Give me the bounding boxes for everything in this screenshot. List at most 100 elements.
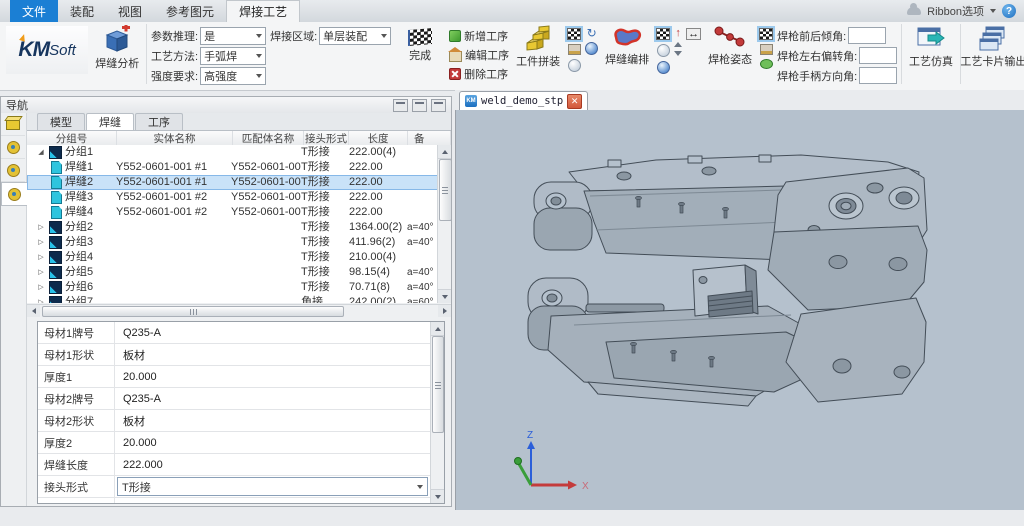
scrollbar-thumb[interactable] bbox=[42, 306, 344, 317]
scrollbar-thumb[interactable] bbox=[432, 336, 444, 433]
pin-panel-icon[interactable] bbox=[412, 99, 427, 112]
move-down-icon[interactable] bbox=[674, 51, 682, 56]
scroll-right-icon[interactable] bbox=[438, 305, 451, 317]
edit-process-button[interactable]: 编辑工序 bbox=[449, 47, 509, 62]
table-row-group5[interactable]: ▷分组5 T形接 98.15(4) a=40° bbox=[27, 265, 451, 280]
process-method-select[interactable]: 手弧焊 bbox=[200, 47, 266, 65]
column-joint[interactable]: 接头形式 bbox=[304, 131, 349, 146]
gear-button-2[interactable] bbox=[1, 159, 25, 182]
table-row-group2[interactable]: ▷分组2 T形接 1364.00(2) a=40° bbox=[27, 220, 451, 235]
menu-file[interactable]: 文件 bbox=[10, 0, 58, 22]
help-icon[interactable]: ? bbox=[1002, 4, 1016, 18]
param-inference-select[interactable]: 是 bbox=[200, 27, 266, 45]
scroll-down-icon[interactable] bbox=[431, 489, 444, 503]
table-row-group6[interactable]: ▷分组6 T形接 70.71(8) a=40° bbox=[27, 280, 451, 295]
expander-icon[interactable]: ▷ bbox=[27, 280, 47, 295]
property-row-joint-type[interactable]: 接头形式 T形接 bbox=[38, 476, 444, 498]
process-card-output-button[interactable]: 工艺卡片输出 bbox=[963, 22, 1024, 69]
delete-process-button[interactable]: 删除工序 bbox=[449, 66, 508, 81]
tree-vertical-scrollbar[interactable] bbox=[437, 145, 451, 303]
menu-tab-reference[interactable]: 参考图元 bbox=[154, 0, 226, 22]
expander-icon[interactable]: ◢ bbox=[27, 145, 47, 160]
scroll-up-icon[interactable] bbox=[438, 145, 451, 159]
column-entity[interactable]: 实体名称 bbox=[117, 131, 233, 146]
move-up-icon[interactable] bbox=[674, 42, 682, 47]
strength-requirement-select[interactable]: 高强度 bbox=[200, 67, 266, 85]
red-arrow-icon[interactable]: ↑ bbox=[675, 28, 681, 38]
property-row[interactable]: 母材2牌号 Q235-A bbox=[38, 388, 444, 410]
scroll-left-icon[interactable] bbox=[27, 305, 40, 317]
weld-region-select[interactable]: 单层装配 bbox=[319, 27, 391, 45]
workpiece-assemble-button[interactable]: 工件拼装 bbox=[511, 22, 565, 69]
table-row-group1[interactable]: ◢分组1 T形接 222.00(4) bbox=[27, 145, 451, 160]
table-row-group7[interactable]: ▷分组7 角接 242.00(2) a=60° bbox=[27, 295, 451, 303]
column-length[interactable]: 长度 bbox=[349, 131, 408, 146]
joint-type-select[interactable]: T形接 bbox=[117, 477, 428, 496]
expander-icon[interactable]: ▷ bbox=[27, 265, 47, 280]
tab-weld-seam[interactable]: 焊缝 bbox=[86, 113, 134, 130]
tree-horizontal-scrollbar[interactable] bbox=[27, 304, 451, 318]
table-row-weld2-selected[interactable]: 焊缝2 Y552-0601-001 #1 Y552-0601-002 #2 T形… bbox=[27, 175, 451, 190]
process-simulation-button[interactable]: 工艺仿真 bbox=[904, 22, 958, 69]
flag-icon[interactable] bbox=[759, 28, 773, 40]
flag-icon[interactable] bbox=[656, 28, 670, 40]
property-vertical-scrollbar[interactable] bbox=[430, 322, 444, 503]
table-row-weld1[interactable]: 焊缝1 Y552-0601-001 #1 Y552-0601-002 #1 T形… bbox=[27, 160, 451, 175]
menu-tab-view[interactable]: 视图 bbox=[106, 0, 154, 22]
torch-pose-button[interactable]: 焊枪姿态 bbox=[703, 22, 757, 67]
property-row[interactable]: 母材1牌号 Q235-A bbox=[38, 322, 444, 344]
property-row[interactable]: 厚度1 20.000 bbox=[38, 366, 444, 388]
table-row-group4[interactable]: ▷分组4 T形接 210.00(4) bbox=[27, 250, 451, 265]
sphere-icon[interactable] bbox=[585, 42, 598, 55]
close-panel-icon[interactable] bbox=[431, 99, 446, 112]
cloud-icon[interactable] bbox=[907, 7, 921, 15]
ribbon-options-button[interactable]: Ribbon选项 bbox=[927, 3, 984, 19]
viewport-canvas[interactable]: Z X bbox=[455, 110, 1024, 510]
sphere-icon[interactable] bbox=[657, 44, 670, 57]
property-row[interactable]: 母材2形状 板材 bbox=[38, 410, 444, 432]
menu-tab-assembly[interactable]: 装配 bbox=[58, 0, 106, 22]
torch-pitch-input[interactable] bbox=[848, 27, 886, 44]
table-row-group3[interactable]: ▷分组3 T形接 411.96(2) a=40° bbox=[27, 235, 451, 250]
table-row-weld3[interactable]: 焊缝3 Y552-0601-001 #2 Y552-0601-002 #1 T形… bbox=[27, 190, 451, 205]
chevron-down-icon[interactable] bbox=[990, 9, 996, 13]
column-note[interactable]: 备 bbox=[408, 131, 451, 146]
weld-analysis-button[interactable]: 焊缝分析 bbox=[90, 22, 144, 71]
tab-model[interactable]: 模型 bbox=[37, 113, 85, 130]
expander-icon[interactable]: ▷ bbox=[27, 295, 47, 303]
property-row[interactable]: 计算板厚 20 bbox=[38, 498, 444, 504]
torch-yaw-input[interactable] bbox=[859, 47, 897, 64]
expander-icon[interactable]: ▷ bbox=[27, 220, 47, 235]
property-row[interactable]: 厚度2 20.000 bbox=[38, 432, 444, 454]
property-row[interactable]: 焊缝长度 222.000 bbox=[38, 454, 444, 476]
menu-tab-welding-process[interactable]: 焊接工艺 bbox=[226, 0, 300, 22]
sphere-icon[interactable] bbox=[657, 61, 670, 74]
property-row[interactable]: 母材1形状 板材 bbox=[38, 344, 444, 366]
scrollbar-thumb[interactable] bbox=[439, 159, 451, 221]
column-match[interactable]: 匹配体名称 bbox=[233, 131, 304, 146]
span-icon[interactable]: ↔ bbox=[686, 28, 701, 40]
document-tab[interactable]: KM weld_demo_stp ✕ bbox=[459, 91, 588, 110]
model-box-button[interactable] bbox=[1, 113, 25, 136]
weld-arrange-button[interactable]: 焊缝编排 bbox=[600, 22, 654, 67]
column-group[interactable]: 分组号 bbox=[27, 131, 117, 146]
finish-button[interactable]: 完成 bbox=[393, 22, 447, 63]
expander-icon[interactable]: ▷ bbox=[27, 250, 47, 265]
printer-icon[interactable] bbox=[568, 44, 581, 55]
torch-handle-input[interactable] bbox=[859, 67, 897, 84]
gear-button-1[interactable] bbox=[1, 136, 25, 159]
table-row-weld4[interactable]: 焊缝4 Y552-0601-001 #2 Y552-0601-002 #2 T形… bbox=[27, 205, 451, 220]
scroll-down-icon[interactable] bbox=[438, 289, 451, 303]
printer-icon[interactable] bbox=[760, 44, 773, 55]
tab-process[interactable]: 工序 bbox=[135, 113, 183, 130]
scroll-up-icon[interactable] bbox=[431, 322, 444, 336]
expander-icon[interactable]: ▷ bbox=[27, 235, 47, 250]
add-process-button[interactable]: 新增工序 bbox=[449, 28, 508, 43]
close-tab-icon[interactable]: ✕ bbox=[567, 94, 582, 109]
sphere-icon[interactable] bbox=[568, 59, 581, 72]
gear-button-3[interactable] bbox=[1, 182, 27, 206]
flag-icon[interactable] bbox=[567, 28, 581, 40]
rotate-icon[interactable]: ↻ bbox=[587, 28, 597, 38]
coil-icon[interactable] bbox=[760, 59, 773, 69]
float-panel-icon[interactable] bbox=[393, 99, 408, 112]
